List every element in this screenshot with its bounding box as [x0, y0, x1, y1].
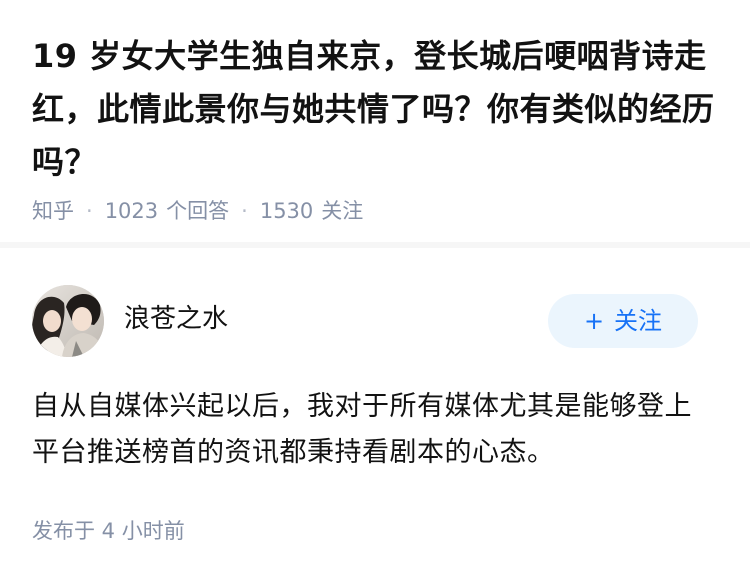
plus-icon: + — [583, 307, 605, 335]
follow-button[interactable]: + 关注 — [548, 294, 698, 348]
source-label[interactable]: 知乎 — [32, 199, 74, 223]
question-meta: 知乎 · 1023 个回答 · 1530 关注 — [32, 194, 363, 228]
answer-count-label: 个回答 — [166, 199, 230, 223]
meta-separator: · — [241, 199, 248, 223]
author-name[interactable]: 浪苍之水 — [124, 301, 228, 337]
follower-count: 1530 — [259, 199, 314, 223]
follow-button-label: 关注 — [614, 307, 663, 335]
question-header: 19 岁女大学生独自来京，登长城后哽咽背诗走红，此情此景你与她共情了吗？你有类似… — [0, 0, 750, 248]
answer-count: 1023 — [104, 199, 159, 223]
answer-author-row: 浪苍之水 + 关注 — [32, 285, 718, 357]
question-title[interactable]: 19 岁女大学生独自来京，登长城后哽咽背诗走红，此情此景你与她共情了吗？你有类似… — [32, 30, 722, 189]
published-time: 发布于 4 小时前 — [32, 519, 185, 543]
follower-count-label: 关注 — [321, 199, 364, 223]
answer-content[interactable]: 自从自媒体兴起以后，我对于所有媒体尤其是能够登上平台推送榜首的资讯都秉持看剧本的… — [32, 384, 718, 476]
avatar-photo-icon — [32, 285, 104, 357]
meta-separator: · — [86, 199, 93, 223]
avatar[interactable] — [32, 285, 104, 357]
